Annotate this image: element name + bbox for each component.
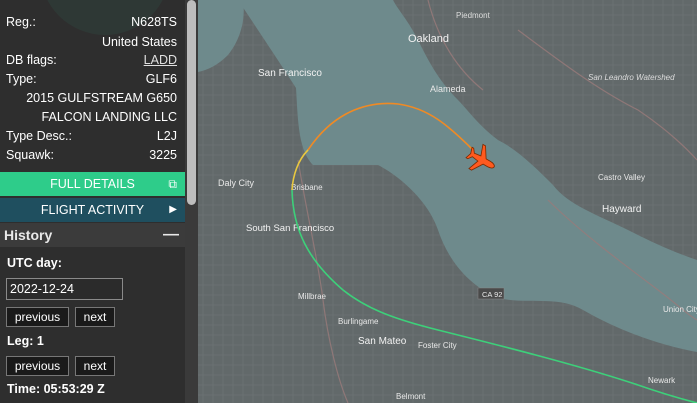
type-label: Type: [6, 72, 37, 86]
history-header[interactable]: History — [0, 223, 185, 247]
day-previous-button[interactable]: previous [6, 307, 69, 327]
full-details-button[interactable]: FULL DETAILS ⧉ [0, 172, 185, 196]
scrollbar-thumb[interactable] [187, 0, 196, 205]
history-title: History [4, 227, 53, 243]
map-label-san-mateo: San Mateo [358, 336, 407, 347]
map-label-oakland: Oakland [408, 33, 449, 45]
type-row: Type: GLF6 [6, 70, 177, 88]
day-next-button[interactable]: next [75, 307, 115, 327]
reg-value: N628TS [131, 15, 177, 29]
map-canvas: Oakland Piedmont San Francisco Alameda S… [198, 0, 697, 403]
reg-row: Reg.: N628TS [6, 13, 177, 31]
reg-label: Reg.: [6, 15, 36, 29]
chevron-right-icon: ▶ [169, 204, 177, 215]
squawk-value: 3225 [149, 148, 177, 162]
map-label-south-sf: South San Francisco [246, 223, 334, 234]
map-label-alameda: Alameda [430, 84, 466, 94]
map-label-daly-city: Daly City [218, 178, 255, 188]
map[interactable]: Oakland Piedmont San Francisco Alameda S… [198, 0, 697, 403]
map-label-san-leandro: San Leandro Watershed [588, 73, 675, 82]
sidebar: Reg.: N628TS United States DB flags: LAD… [0, 0, 185, 403]
dbflags-label: DB flags: [6, 53, 57, 67]
utc-day-input[interactable] [6, 278, 123, 300]
map-label-san-francisco: San Francisco [258, 68, 322, 79]
map-label-belmont: Belmont [396, 392, 426, 401]
map-label-brisbane: Brisbane [291, 183, 323, 192]
flight-activity-button[interactable]: FLIGHT ACTIVITY ▶ [0, 198, 185, 222]
type-full: 2015 GULFSTREAM G650 [26, 91, 177, 105]
map-label-ca92: CA 92 [482, 290, 502, 299]
typedesc-value: L2J [156, 129, 177, 143]
map-label-foster-city: Foster City [418, 341, 457, 350]
sidebar-scrollbar[interactable] [185, 0, 198, 403]
external-link-icon: ⧉ [168, 177, 177, 191]
map-label-union-city: Union City [663, 305, 697, 314]
map-label-burlingame: Burlingame [338, 317, 379, 326]
typedesc-label: Type Desc.: [6, 129, 72, 143]
time-label: Time: 05:53:29 Z [7, 382, 105, 396]
map-label-piedmont: Piedmont [456, 11, 491, 20]
map-label-newark: Newark [648, 376, 676, 385]
leg-label: Leg: 1 [7, 334, 44, 348]
type-value: GLF6 [145, 72, 177, 86]
squawk-row: Squawk: 3225 [6, 146, 177, 164]
map-label-millbrae: Millbrae [298, 292, 327, 301]
owner: FALCON LANDING LLC [41, 110, 177, 124]
collapse-icon[interactable]: — [163, 223, 179, 247]
full-details-label: FULL DETAILS [50, 177, 135, 191]
dbflags-link[interactable]: LADD [144, 51, 177, 69]
dbflags-row: DB flags: LADD [6, 51, 177, 69]
utc-day-label: UTC day: [7, 256, 62, 270]
leg-previous-button[interactable]: previous [6, 356, 69, 376]
squawk-label: Squawk: [6, 148, 54, 162]
flight-activity-label: FLIGHT ACTIVITY [40, 203, 145, 217]
map-label-castro-valley: Castro Valley [598, 173, 645, 182]
typedesc-row: Type Desc.: L2J [6, 127, 177, 145]
leg-next-button[interactable]: next [75, 356, 115, 376]
map-label-hayward: Hayward [602, 204, 641, 215]
country-value: United States [101, 35, 177, 49]
